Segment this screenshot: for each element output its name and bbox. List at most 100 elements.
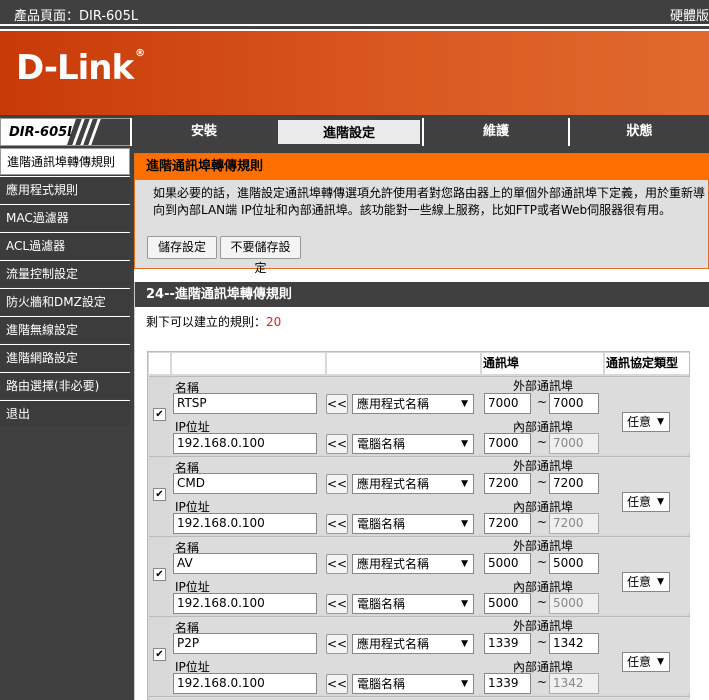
internal-port-end-input: 7200 — [549, 513, 599, 534]
header-check-col — [149, 353, 170, 374]
model-name: DIR-605L — [9, 125, 76, 140]
sidebar-item-logout[interactable]: 退出 — [0, 400, 130, 427]
table-row: ✔ 名稱 RTSP IP位址 192.168.0.100 << 應用程式名稱 ▼ << 電腦名稱 ▼… — [149, 376, 690, 455]
computer-name-select[interactable]: 電腦名稱 ▼ — [352, 674, 474, 694]
chevron-down-icon: ▼ — [461, 679, 468, 689]
external-port-label: 外部通訊埠 — [513, 539, 574, 553]
model-badge: DIR-605L — [0, 118, 131, 146]
intro-description: 如果必要的話，進階設定通訊埠轉傳選項允許使用者對您路由器上的單個外部通訊埠下定義… — [153, 186, 706, 217]
ip-address-input[interactable]: 192.168.0.100 — [173, 673, 317, 694]
application-name-select[interactable]: 應用程式名稱 ▼ — [352, 554, 474, 574]
sidebar-item-firewall-dmz[interactable]: 防火牆和DMZ設定 — [0, 288, 130, 315]
external-port-start-input[interactable]: 5000 — [484, 553, 531, 574]
save-settings-button[interactable]: 儲存設定 — [147, 236, 217, 259]
table-row: ✔ 名稱 P2P IP位址 192.168.0.100 << 應用程式名稱 ▼ << 電腦名稱 ▼ 外… — [149, 616, 690, 695]
top-bar: 產品頁面：DIR-605L 硬體版 — [0, 0, 709, 26]
internal-port-start-input[interactable]: 7200 — [484, 513, 531, 534]
external-port-end-input[interactable]: 1342 — [549, 633, 599, 654]
copy-app-name-button[interactable]: << — [326, 554, 348, 574]
tab-maintenance[interactable]: 維護 — [422, 118, 568, 146]
rule-name-input[interactable]: AV — [173, 553, 317, 574]
copy-computer-name-button[interactable]: << — [326, 674, 348, 694]
copy-computer-name-button[interactable]: << — [326, 594, 348, 614]
external-port-label: 外部通訊埠 — [513, 379, 574, 393]
chevron-down-icon: ▼ — [657, 417, 664, 427]
sidebar-item-application-rules[interactable]: 應用程式規則 — [0, 176, 130, 203]
copy-app-name-button[interactable]: << — [326, 394, 348, 414]
chevron-down-icon: ▼ — [461, 399, 468, 409]
ip-address-input[interactable]: 192.168.0.100 — [173, 433, 317, 454]
header-name-col — [172, 353, 325, 374]
range-tilde: ~ — [537, 475, 548, 489]
external-port-label: 外部通訊埠 — [513, 459, 574, 473]
rule-name-input[interactable]: P2P — [173, 633, 317, 654]
internal-port-start-input[interactable]: 1339 — [484, 673, 531, 694]
external-port-start-input[interactable]: 7000 — [484, 393, 531, 414]
dlink-logo: D-Link ® — [16, 48, 145, 88]
table-row-partial: 名稱外部通訊埠 — [149, 696, 690, 700]
external-port-start-input[interactable]: 1339 — [484, 633, 531, 654]
intro-title: 進階通訊埠轉傳規則 — [135, 154, 709, 180]
application-name-select[interactable]: 應用程式名稱 ▼ — [352, 634, 474, 654]
external-port-label: 外部通訊埠 — [513, 619, 574, 633]
external-port-end-input[interactable]: 7000 — [549, 393, 599, 414]
rule-enable-checkbox[interactable]: ✔ — [153, 648, 166, 661]
rule-enable-checkbox[interactable]: ✔ — [153, 488, 166, 501]
chevron-down-icon: ▼ — [461, 519, 468, 529]
sidebar-item-routing[interactable]: 路由選擇(非必要) — [0, 372, 130, 399]
computer-name-select[interactable]: 電腦名稱 ▼ — [352, 514, 474, 534]
application-name-select[interactable]: 應用程式名稱 ▼ — [352, 474, 474, 494]
table-row: ✔ 名稱 AV IP位址 192.168.0.100 << 應用程式名稱 ▼ << 電腦名稱 ▼ 外部… — [149, 536, 690, 615]
copy-app-name-button[interactable]: << — [326, 634, 348, 654]
internal-port-end-input: 5000 — [549, 593, 599, 614]
tab-advanced[interactable]: 進階設定 — [276, 118, 422, 146]
dont-save-settings-button[interactable]: 不要儲存設定 — [220, 236, 301, 275]
chevron-down-icon: ▼ — [657, 657, 664, 667]
ip-address-input[interactable]: 192.168.0.100 — [173, 513, 317, 534]
tab-status[interactable]: 狀態 — [568, 118, 709, 146]
computer-name-select[interactable]: 電腦名稱 ▼ — [352, 594, 474, 614]
range-tilde: ~ — [537, 515, 548, 529]
header-port: 通訊埠 — [482, 353, 603, 374]
intro-box: 進階通訊埠轉傳規則 如果必要的話，進階設定通訊埠轉傳選項允許使用者對您路由器上的… — [134, 153, 709, 275]
sidebar-item-advanced-wireless[interactable]: 進階無線設定 — [0, 316, 130, 343]
application-name-select[interactable]: 應用程式名稱 ▼ — [352, 394, 474, 414]
protocol-select[interactable]: 任意 ▼ — [622, 572, 670, 592]
internal-port-end-input: 1342 — [549, 673, 599, 694]
copy-computer-name-button[interactable]: << — [326, 434, 348, 454]
external-port-end-input[interactable]: 5000 — [549, 553, 599, 574]
external-port-start-input[interactable]: 7200 — [484, 473, 531, 494]
range-tilde: ~ — [537, 555, 548, 569]
sidebar-item-acl-filter[interactable]: ACL過濾器 — [0, 232, 130, 259]
sidebar-item-advanced-network[interactable]: 進階網路設定 — [0, 344, 130, 371]
chevron-down-icon: ▼ — [461, 559, 468, 569]
range-tilde: ~ — [537, 595, 548, 609]
rule-enable-checkbox[interactable]: ✔ — [153, 408, 166, 421]
external-port-end-input[interactable]: 7200 — [549, 473, 599, 494]
table-row: ✔ 名稱 CMD IP位址 192.168.0.100 << 應用程式名稱 ▼ << 電腦名稱 ▼ 外… — [149, 456, 690, 535]
rule-name-input[interactable]: RTSP — [173, 393, 317, 414]
protocol-select[interactable]: 任意 ▼ — [622, 492, 670, 512]
rule-enable-checkbox[interactable]: ✔ — [153, 568, 166, 581]
tab-setup[interactable]: 安裝 — [130, 118, 276, 146]
model-badge-stripes — [67, 119, 131, 145]
protocol-select[interactable]: 任意 ▼ — [622, 652, 670, 672]
sidebar-item-traffic-control[interactable]: 流量控制設定 — [0, 260, 130, 287]
internal-port-start-input[interactable]: 5000 — [484, 593, 531, 614]
internal-port-start-input[interactable]: 7000 — [484, 433, 531, 454]
chevron-down-icon: ▼ — [461, 599, 468, 609]
chevron-down-icon: ▼ — [461, 639, 468, 649]
hardware-version-label: 硬體版 — [669, 9, 709, 24]
ip-address-input[interactable]: 192.168.0.100 — [173, 593, 317, 614]
sidebar: 進階通訊埠轉傳規則 應用程式規則 MAC過濾器 ACL過濾器 流量控制設定 防火… — [0, 146, 130, 700]
sidebar-item-port-forwarding[interactable]: 進階通訊埠轉傳規則 — [0, 148, 130, 175]
sidebar-item-mac-filter[interactable]: MAC過濾器 — [0, 204, 130, 231]
rules-section: 24--進階通訊埠轉傳規則 剩下可以建立的規則：20 通訊埠 通訊協定類型 ✔ 名… — [134, 282, 709, 700]
copy-app-name-button[interactable]: << — [326, 474, 348, 494]
computer-name-select[interactable]: 電腦名稱 ▼ — [352, 434, 474, 454]
rules-title: 24--進階通訊埠轉傳規則 — [135, 282, 709, 307]
protocol-select[interactable]: 任意 ▼ — [622, 412, 670, 432]
rule-name-input[interactable]: CMD — [173, 473, 317, 494]
copy-computer-name-button[interactable]: << — [326, 514, 348, 534]
range-tilde: ~ — [537, 435, 548, 449]
